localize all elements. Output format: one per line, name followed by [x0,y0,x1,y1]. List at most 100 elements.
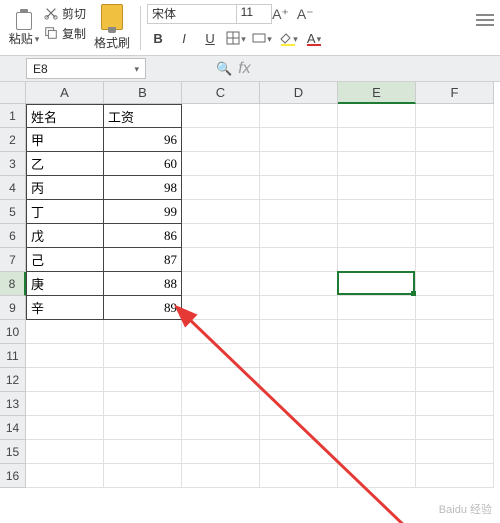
cell[interactable] [260,104,338,128]
row-header[interactable]: 10 [0,320,26,344]
cell[interactable] [416,248,494,272]
cell[interactable]: 60 [104,152,182,176]
cell[interactable] [338,320,416,344]
cell[interactable]: 工资 [104,104,182,128]
spreadsheet[interactable]: ABCDEF 12345678910111213141516 姓名工资甲96乙6… [0,82,500,523]
cell[interactable] [104,392,182,416]
cell[interactable]: 姓名 [26,104,104,128]
cell[interactable] [182,128,260,152]
cell[interactable] [338,392,416,416]
cell[interactable] [338,128,416,152]
cell[interactable] [260,368,338,392]
row-header[interactable]: 14 [0,416,26,440]
cell[interactable] [182,176,260,200]
cell[interactable] [182,440,260,464]
row-header[interactable]: 9 [0,296,26,320]
cell[interactable]: 辛 [26,296,104,320]
cell[interactable] [338,416,416,440]
cell[interactable] [338,176,416,200]
cell[interactable]: 己 [26,248,104,272]
cell[interactable] [182,152,260,176]
cell[interactable] [104,416,182,440]
cell[interactable] [416,344,494,368]
font-color-button[interactable]: A▾ [303,28,325,48]
column-header[interactable]: A [26,82,104,104]
cell[interactable] [182,248,260,272]
cell[interactable] [416,224,494,248]
cell[interactable] [416,416,494,440]
cell[interactable] [416,104,494,128]
cell[interactable] [260,248,338,272]
cell[interactable] [416,320,494,344]
cell[interactable] [26,464,104,488]
fill-color-button[interactable]: ▾ [277,28,299,48]
cell[interactable] [260,176,338,200]
row-header[interactable]: 6 [0,224,26,248]
cell[interactable] [182,344,260,368]
row-header[interactable]: 4 [0,176,26,200]
column-header[interactable]: B [104,82,182,104]
cell[interactable] [416,128,494,152]
cell[interactable] [338,440,416,464]
grid[interactable]: 姓名工资甲96乙60丙98丁99戊86己87庚88辛89 [26,104,500,523]
column-header[interactable]: F [416,82,494,104]
cell[interactable] [338,248,416,272]
cell[interactable] [416,152,494,176]
cell[interactable] [416,440,494,464]
cell[interactable] [338,200,416,224]
font-name-select[interactable]: 宋体 [147,4,237,24]
cell[interactable] [338,152,416,176]
cell[interactable] [26,368,104,392]
cell[interactable] [182,320,260,344]
cell[interactable] [416,200,494,224]
cell[interactable]: 89 [104,296,182,320]
cell[interactable]: 88 [104,272,182,296]
underline-button[interactable]: U [199,28,221,48]
row-header[interactable]: 8 [0,272,26,296]
cell[interactable] [26,440,104,464]
cell[interactable] [26,392,104,416]
cell[interactable]: 98 [104,176,182,200]
font-size-select[interactable]: 11 [236,4,272,24]
cell[interactable] [416,392,494,416]
cell[interactable]: 87 [104,248,182,272]
cell[interactable] [260,128,338,152]
cell[interactable] [416,368,494,392]
cell[interactable] [338,368,416,392]
cell[interactable]: 99 [104,200,182,224]
cell[interactable]: 丁 [26,200,104,224]
cell[interactable] [338,296,416,320]
decrease-font-button[interactable]: A⁻ [295,6,316,23]
row-header[interactable]: 7 [0,248,26,272]
cell[interactable] [182,224,260,248]
cell[interactable] [338,344,416,368]
cell[interactable] [104,320,182,344]
cell[interactable] [182,416,260,440]
row-header[interactable]: 15 [0,440,26,464]
cell[interactable] [26,320,104,344]
cell[interactable] [338,464,416,488]
cell[interactable] [338,272,416,296]
cell[interactable]: 乙 [26,152,104,176]
cell[interactable] [416,464,494,488]
cut-button[interactable]: 剪切 [44,4,86,22]
row-header[interactable]: 16 [0,464,26,488]
column-header[interactable]: D [260,82,338,104]
cell[interactable] [182,392,260,416]
cell[interactable] [260,152,338,176]
search-icon[interactable]: 🔍 [216,61,232,77]
cell[interactable] [26,344,104,368]
row-header[interactable]: 12 [0,368,26,392]
ribbon-overflow-button[interactable] [476,4,494,26]
row-header[interactable]: 11 [0,344,26,368]
cell[interactable] [104,368,182,392]
paste-button[interactable]: 粘贴 ▾ [4,4,44,47]
row-header[interactable]: 3 [0,152,26,176]
bold-button[interactable]: B [147,28,169,48]
row-header[interactable]: 5 [0,200,26,224]
cell[interactable] [104,440,182,464]
cell[interactable] [182,464,260,488]
cell[interactable] [182,200,260,224]
cell[interactable] [26,416,104,440]
cell[interactable] [416,296,494,320]
